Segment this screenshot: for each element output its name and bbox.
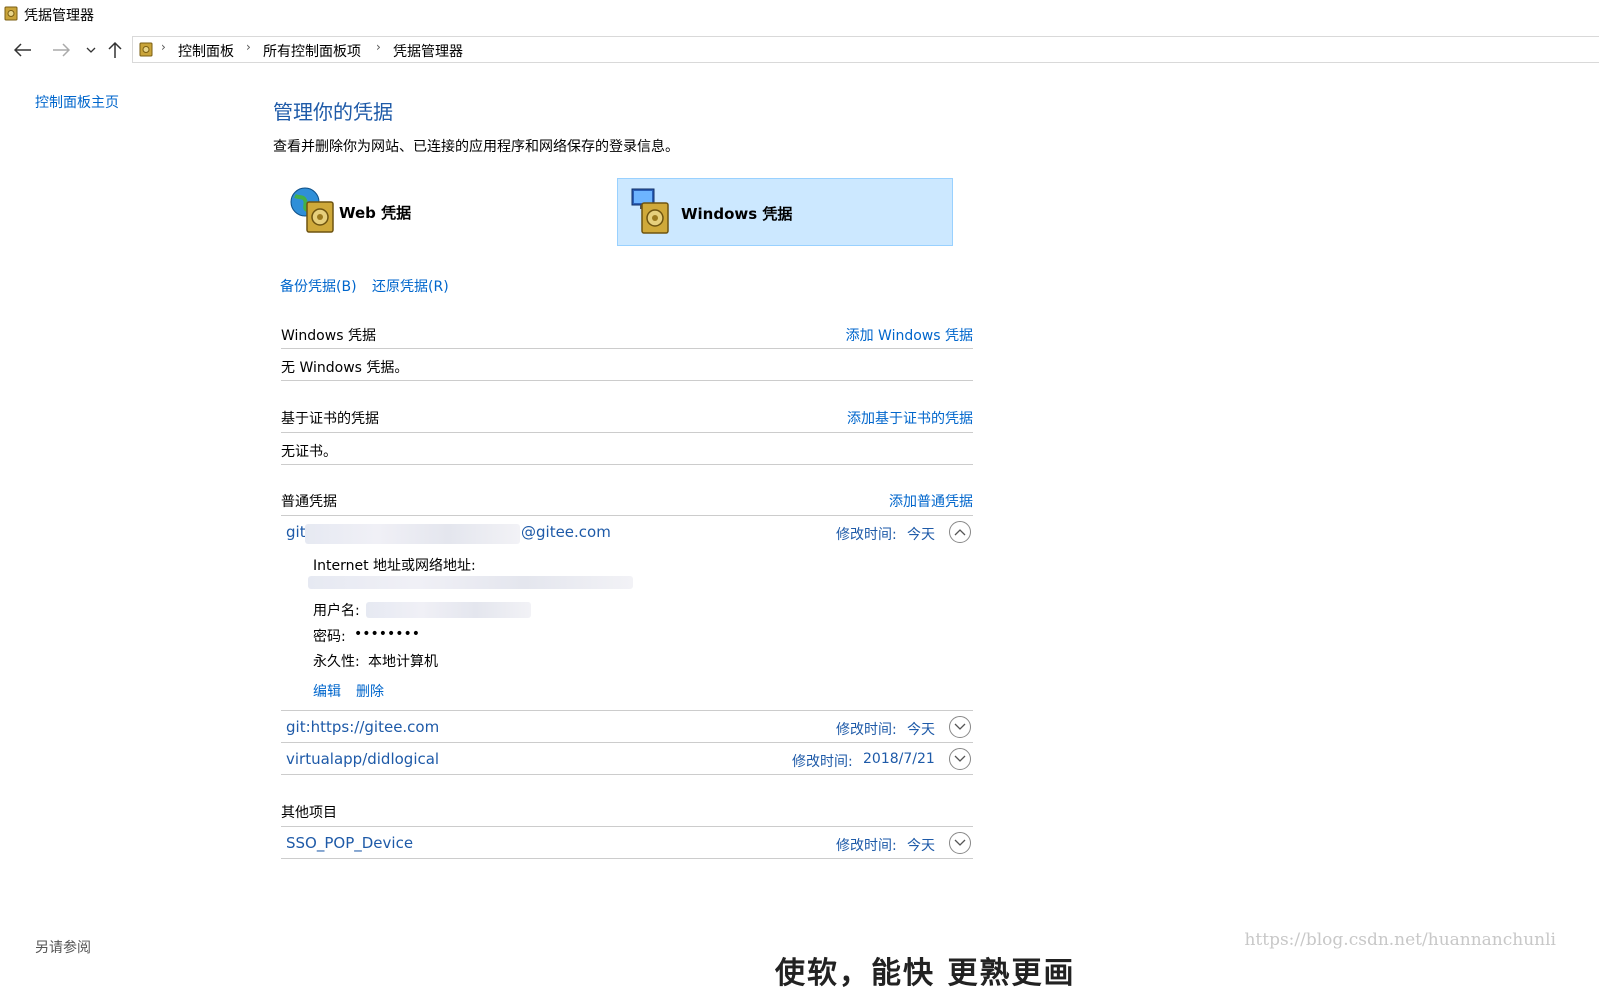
see-also-heading: 另请参阅 bbox=[35, 940, 91, 956]
divider bbox=[281, 826, 973, 827]
breadcrumb-chevron-icon: › bbox=[376, 40, 381, 54]
divider bbox=[281, 380, 973, 381]
divider bbox=[281, 515, 973, 516]
modified-time-label: 修改时间: bbox=[836, 838, 897, 854]
watermark-text: https://blog.csdn.net/huannanchunli bbox=[1244, 930, 1556, 950]
persistence-label: 永久性: bbox=[313, 654, 360, 670]
certificate-credentials-section-title: 基于证书的凭据 bbox=[281, 411, 379, 427]
credential-name: SSO_POP_Device bbox=[286, 834, 414, 852]
credential-vault-icon bbox=[139, 42, 153, 57]
modified-time-label: 修改时间: bbox=[792, 754, 853, 770]
windows-credentials-section-title: Windows 凭据 bbox=[281, 328, 376, 344]
address-bar[interactable]: › 控制面板 › 所有控制面板项 › 凭据管理器 bbox=[132, 36, 1599, 63]
divider bbox=[281, 348, 973, 349]
password-label: 密码: bbox=[313, 629, 346, 645]
expand-chevron-down-icon[interactable] bbox=[949, 716, 971, 738]
breadcrumb-chevron-icon: › bbox=[246, 40, 251, 54]
credential-row-expanded[interactable]: git @gitee.com 修改时间: 今天 bbox=[281, 517, 973, 547]
page-title: 管理你的凭据 bbox=[273, 100, 393, 124]
back-arrow-icon[interactable] bbox=[12, 39, 34, 61]
window-title: 凭据管理器 bbox=[24, 8, 94, 24]
credential-row[interactable]: SSO_POP_Device 修改时间: 今天 bbox=[281, 828, 973, 858]
credential-vault-icon bbox=[4, 6, 18, 21]
windows-credentials-icon bbox=[631, 188, 669, 234]
redacted-username bbox=[366, 602, 531, 618]
edit-credential-link[interactable]: 编辑 bbox=[313, 681, 341, 701]
credential-name: git:https://gitee.com bbox=[286, 718, 440, 736]
modified-time-value: 今天 bbox=[907, 722, 935, 738]
windows-credentials-label: Windows 凭据 bbox=[681, 205, 793, 223]
password-value: •••••••• bbox=[354, 626, 421, 642]
redacted-text bbox=[305, 524, 520, 544]
credential-name-prefix: git bbox=[286, 523, 306, 541]
credential-row[interactable]: virtualapp/didlogical 修改时间: 2018/7/21 bbox=[281, 744, 973, 774]
web-credentials-tile[interactable]: Web 凭据 bbox=[283, 178, 603, 244]
add-windows-credential-link[interactable]: 添加 Windows 凭据 bbox=[846, 325, 973, 345]
delete-credential-link[interactable]: 删除 bbox=[356, 681, 384, 701]
generic-credentials-section-title: 普通凭据 bbox=[281, 494, 337, 510]
other-items-section-title: 其他项目 bbox=[281, 805, 337, 821]
credential-name-suffix: @gitee.com bbox=[521, 523, 611, 541]
breadcrumb-all-items[interactable]: 所有控制面板项 bbox=[263, 41, 361, 61]
page-description: 查看并删除你为网站、已连接的应用程序和网络保存的登录信息。 bbox=[273, 139, 679, 155]
breadcrumb-chevron-icon: › bbox=[161, 40, 166, 54]
expand-chevron-down-icon[interactable] bbox=[949, 748, 971, 770]
add-certificate-credential-link[interactable]: 添加基于证书的凭据 bbox=[847, 408, 973, 428]
recent-locations-chevron-down-icon[interactable] bbox=[80, 39, 102, 61]
divider bbox=[281, 710, 973, 711]
credential-name: virtualapp/didlogical bbox=[286, 750, 440, 768]
modified-time-label: 修改时间: bbox=[836, 722, 897, 738]
divider bbox=[281, 464, 973, 465]
expand-chevron-down-icon[interactable] bbox=[949, 832, 971, 854]
restore-credentials-link[interactable]: 还原凭据(R) bbox=[372, 276, 449, 296]
modified-time-value: 今天 bbox=[907, 838, 935, 854]
overlay-caption: 使软，能快 更熟更画 bbox=[775, 956, 1076, 991]
modified-time-label: 修改时间: bbox=[836, 527, 897, 543]
divider bbox=[281, 774, 973, 775]
up-arrow-icon[interactable] bbox=[104, 39, 126, 61]
internet-address-label: Internet 地址或网络地址: bbox=[313, 558, 476, 574]
modified-time-value: 今天 bbox=[907, 527, 935, 543]
web-credentials-icon bbox=[290, 187, 334, 233]
title-bar: 凭据管理器 bbox=[0, 0, 1600, 30]
credential-row[interactable]: git:https://gitee.com 修改时间: 今天 bbox=[281, 712, 973, 742]
backup-credentials-link[interactable]: 备份凭据(B) bbox=[280, 276, 357, 296]
divider bbox=[281, 742, 973, 743]
modified-time-value: 2018/7/21 bbox=[863, 751, 935, 767]
redacted-address bbox=[308, 576, 633, 589]
collapse-chevron-up-icon[interactable] bbox=[949, 521, 971, 543]
control-panel-home-link[interactable]: 控制面板主页 bbox=[35, 92, 119, 112]
windows-credentials-tile[interactable]: Windows 凭据 bbox=[617, 178, 953, 246]
username-label: 用户名: bbox=[313, 603, 360, 619]
add-generic-credential-link[interactable]: 添加普通凭据 bbox=[889, 491, 973, 511]
divider bbox=[281, 858, 973, 859]
forward-arrow-icon[interactable] bbox=[50, 39, 72, 61]
web-credentials-label: Web 凭据 bbox=[339, 204, 412, 222]
windows-credentials-empty-text: 无 Windows 凭据。 bbox=[281, 360, 409, 376]
divider bbox=[281, 432, 973, 433]
persistence-value: 本地计算机 bbox=[368, 654, 438, 670]
breadcrumb-control-panel[interactable]: 控制面板 bbox=[178, 41, 234, 61]
breadcrumb-credential-manager[interactable]: 凭据管理器 bbox=[393, 41, 463, 61]
certificate-empty-text: 无证书。 bbox=[281, 444, 337, 460]
